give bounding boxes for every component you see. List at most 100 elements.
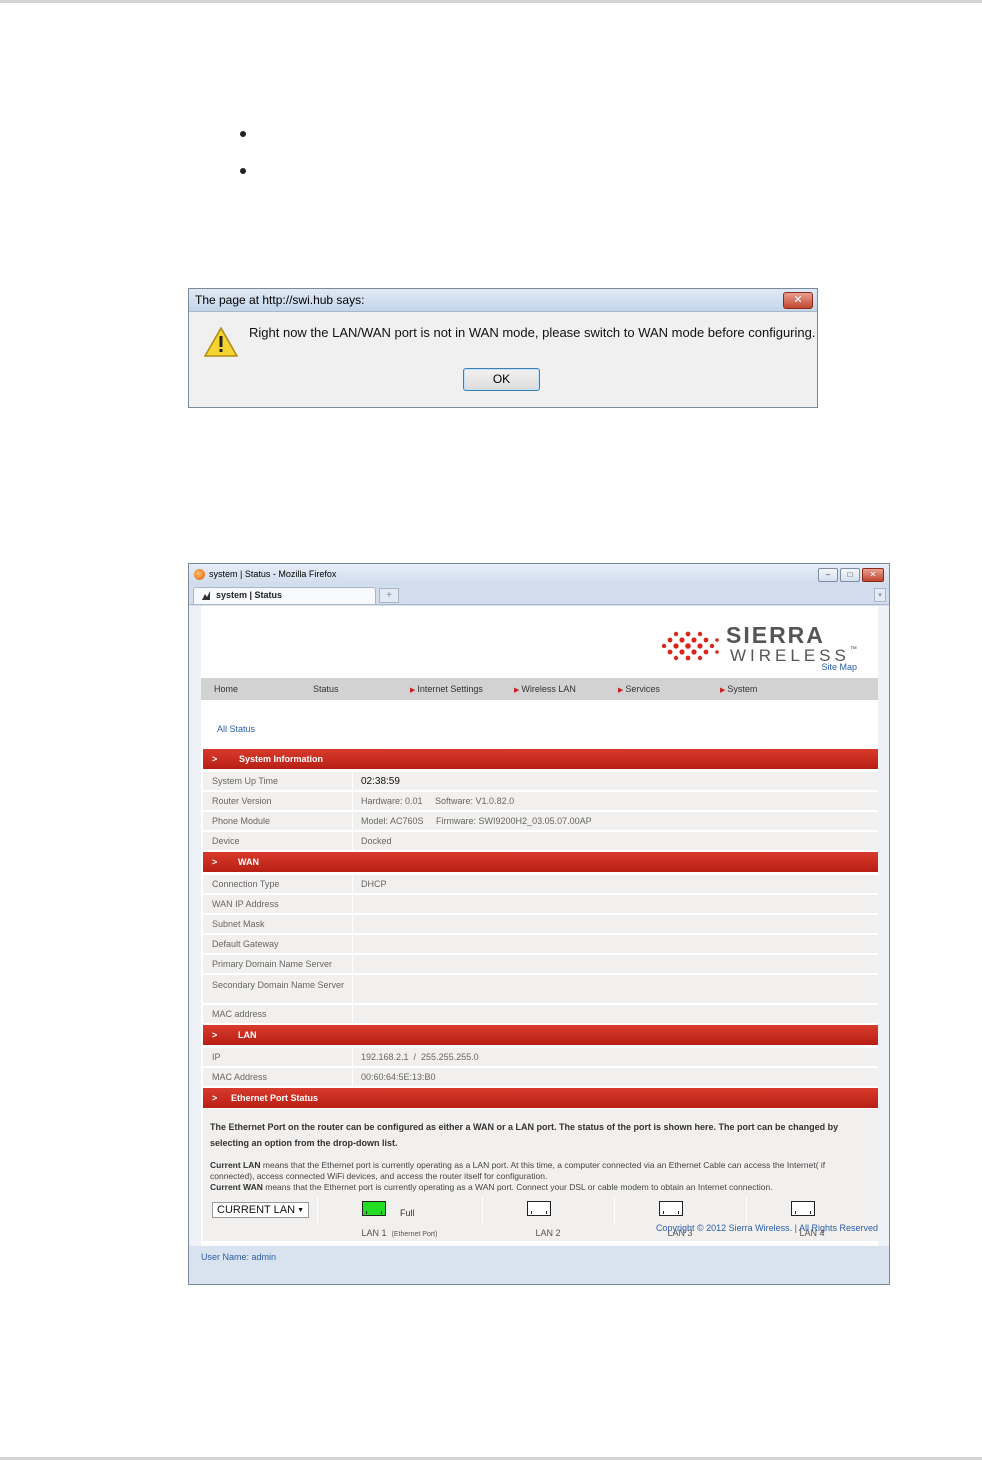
tab-bar: system | Status + ▾	[189, 585, 889, 605]
top-rule	[0, 0, 982, 3]
chevron-right-icon: >	[212, 1030, 218, 1040]
section-title: System Information	[239, 754, 324, 764]
warning-icon	[204, 327, 238, 357]
row-value: 00:60:64:5E:13:B0	[361, 1072, 436, 1082]
port-cell-lan2	[482, 1197, 614, 1224]
bullet-1	[240, 131, 246, 137]
main-nav: Home Status ▶ Internet Settings ▶ Wireless…	[201, 678, 878, 700]
port-cell-lan1: Full	[317, 1197, 482, 1224]
logo-text-sierra: SIERRA	[726, 622, 825, 648]
ethernet-port-icon-active	[362, 1201, 386, 1216]
ethernet-port-icon	[527, 1201, 551, 1216]
table-row: Default Gateway	[203, 935, 878, 954]
firefox-icon	[194, 569, 205, 580]
row-divider	[352, 1068, 353, 1086]
nav-system[interactable]: ▶ System	[720, 678, 757, 702]
port-mode-selected: CURRENT LAN	[217, 1204, 296, 1216]
row-divider	[352, 955, 353, 973]
nav-services[interactable]: ▶ Services	[618, 678, 660, 702]
dialog-message: Right now the LAN/WAN port is not in WAN…	[249, 325, 816, 340]
row-label: MAC Address	[212, 1072, 268, 1082]
table-row: MAC Address 00:60:64:5E:13:B0	[203, 1068, 878, 1087]
section-title: LAN	[238, 1030, 257, 1040]
port-label-lan2: LAN 2	[535, 1228, 561, 1238]
lan-term: Current LAN	[210, 1160, 261, 1170]
chevron-right-icon: >	[212, 1093, 218, 1103]
browser-window: system | Status - Mozilla Firefox – □ ✕ …	[188, 563, 890, 1285]
row-label: Primary Domain Name Server	[212, 959, 333, 969]
nav-status[interactable]: Status	[313, 678, 339, 700]
section-ethernet-port-status: > Ethernet Port Status	[203, 1088, 878, 1108]
row-value: Docked	[361, 836, 392, 846]
port-cell-lan3	[614, 1197, 746, 1224]
section-wan: > WAN	[203, 852, 878, 872]
row-divider	[352, 832, 353, 850]
table-row: Device Docked	[203, 832, 878, 851]
row-label: Subnet Mask	[212, 919, 265, 929]
minimize-button[interactable]: –	[818, 568, 838, 582]
arrow-right-icon: ▶	[618, 687, 624, 694]
site-map-link[interactable]: Site Map	[821, 662, 857, 672]
row-value: Model: AC760S Firmware: SWI9200H2_03.05.…	[361, 816, 592, 826]
section-system-information: > System Information	[203, 749, 878, 769]
row-label: Device	[212, 836, 240, 846]
nav-internet-settings[interactable]: ▶ Internet Settings	[410, 678, 483, 702]
table-row: Secondary Domain Name Server	[203, 975, 878, 1004]
row-divider	[352, 895, 353, 913]
table-row: Phone Module Model: AC760S Firmware: SWI…	[203, 812, 878, 831]
row-label: Connection Type	[212, 879, 280, 889]
row-label: IP	[212, 1052, 221, 1062]
nav-wireless-lan[interactable]: ▶ Wireless LAN	[514, 678, 576, 702]
table-row: WAN IP Address	[203, 895, 878, 914]
nav-internet-settings-label: Internet Settings	[417, 684, 483, 694]
table-row: IP 192.168.2.1 / 255.255.255.0	[203, 1048, 878, 1067]
tab-system-status[interactable]: system | Status	[193, 587, 376, 604]
port-label-lan1-sub: (Ethernet Port)	[391, 1231, 438, 1238]
row-divider	[352, 915, 353, 933]
row-value: DHCP	[361, 879, 387, 889]
row-divider	[352, 935, 353, 953]
port-status-full: Full	[400, 1208, 415, 1218]
row-divider	[352, 1048, 353, 1066]
row-label: Default Gateway	[212, 939, 279, 949]
row-divider	[352, 772, 353, 790]
ok-button[interactable]: OK	[463, 368, 540, 391]
tab-list-button[interactable]: ▾	[874, 588, 886, 602]
tab-label: system | Status	[216, 590, 283, 600]
row-label: Secondary Domain Name Server	[212, 980, 345, 990]
row-label: Phone Module	[212, 816, 271, 826]
dialog-close-button[interactable]: ✕	[783, 292, 813, 309]
logo-mark-icon	[661, 631, 719, 661]
bottom-rule	[0, 1457, 982, 1460]
row-value: Hardware: 0.01 Software: V1.0.82.0	[361, 796, 515, 806]
window-controls: – □ ✕	[818, 568, 884, 582]
port-label-lan1: LAN 1 (Ethernet Port)	[317, 1225, 482, 1243]
table-row: Subnet Mask	[203, 915, 878, 934]
window-close-button[interactable]: ✕	[862, 568, 884, 582]
table-row: Primary Domain Name Server	[203, 955, 878, 974]
page-content: SIERRA WIRELESS™ Site Map Home Status ▶ I…	[201, 606, 878, 1262]
all-status-link[interactable]: All Status	[217, 724, 255, 734]
browser-title: system | Status - Mozilla Firefox	[209, 569, 337, 579]
row-label: System Up Time	[212, 776, 279, 786]
nav-wireless-lan-label: Wireless LAN	[521, 684, 576, 694]
new-tab-button[interactable]: +	[379, 588, 399, 603]
row-divider	[352, 875, 353, 893]
alert-dialog: The page at http://swi.hub says: ✕ Right…	[188, 288, 818, 408]
dialog-titlebar: The page at http://swi.hub says: ✕	[189, 289, 817, 312]
maximize-button[interactable]: □	[840, 568, 860, 582]
ethernet-description: Current LAN means that the Ethernet port…	[210, 1160, 870, 1193]
table-row: MAC address	[203, 1005, 878, 1024]
row-label: WAN IP Address	[212, 899, 279, 909]
port-mode-select[interactable]: CURRENT LAN ▼	[212, 1202, 309, 1218]
table-row: Connection Type DHCP	[203, 875, 878, 894]
row-value: 02:38:59	[361, 776, 400, 787]
mode-cell: CURRENT LAN ▼	[203, 1197, 317, 1224]
section-lan: > LAN	[203, 1025, 878, 1045]
ethernet-port-icon	[659, 1201, 683, 1216]
section-title: Ethernet Port Status	[231, 1093, 319, 1103]
ethernet-intro: The Ethernet Port on the router can be c…	[210, 1122, 839, 1148]
nav-home[interactable]: Home	[214, 678, 238, 700]
row-divider	[352, 792, 353, 810]
port-cell-lan4	[746, 1197, 878, 1224]
